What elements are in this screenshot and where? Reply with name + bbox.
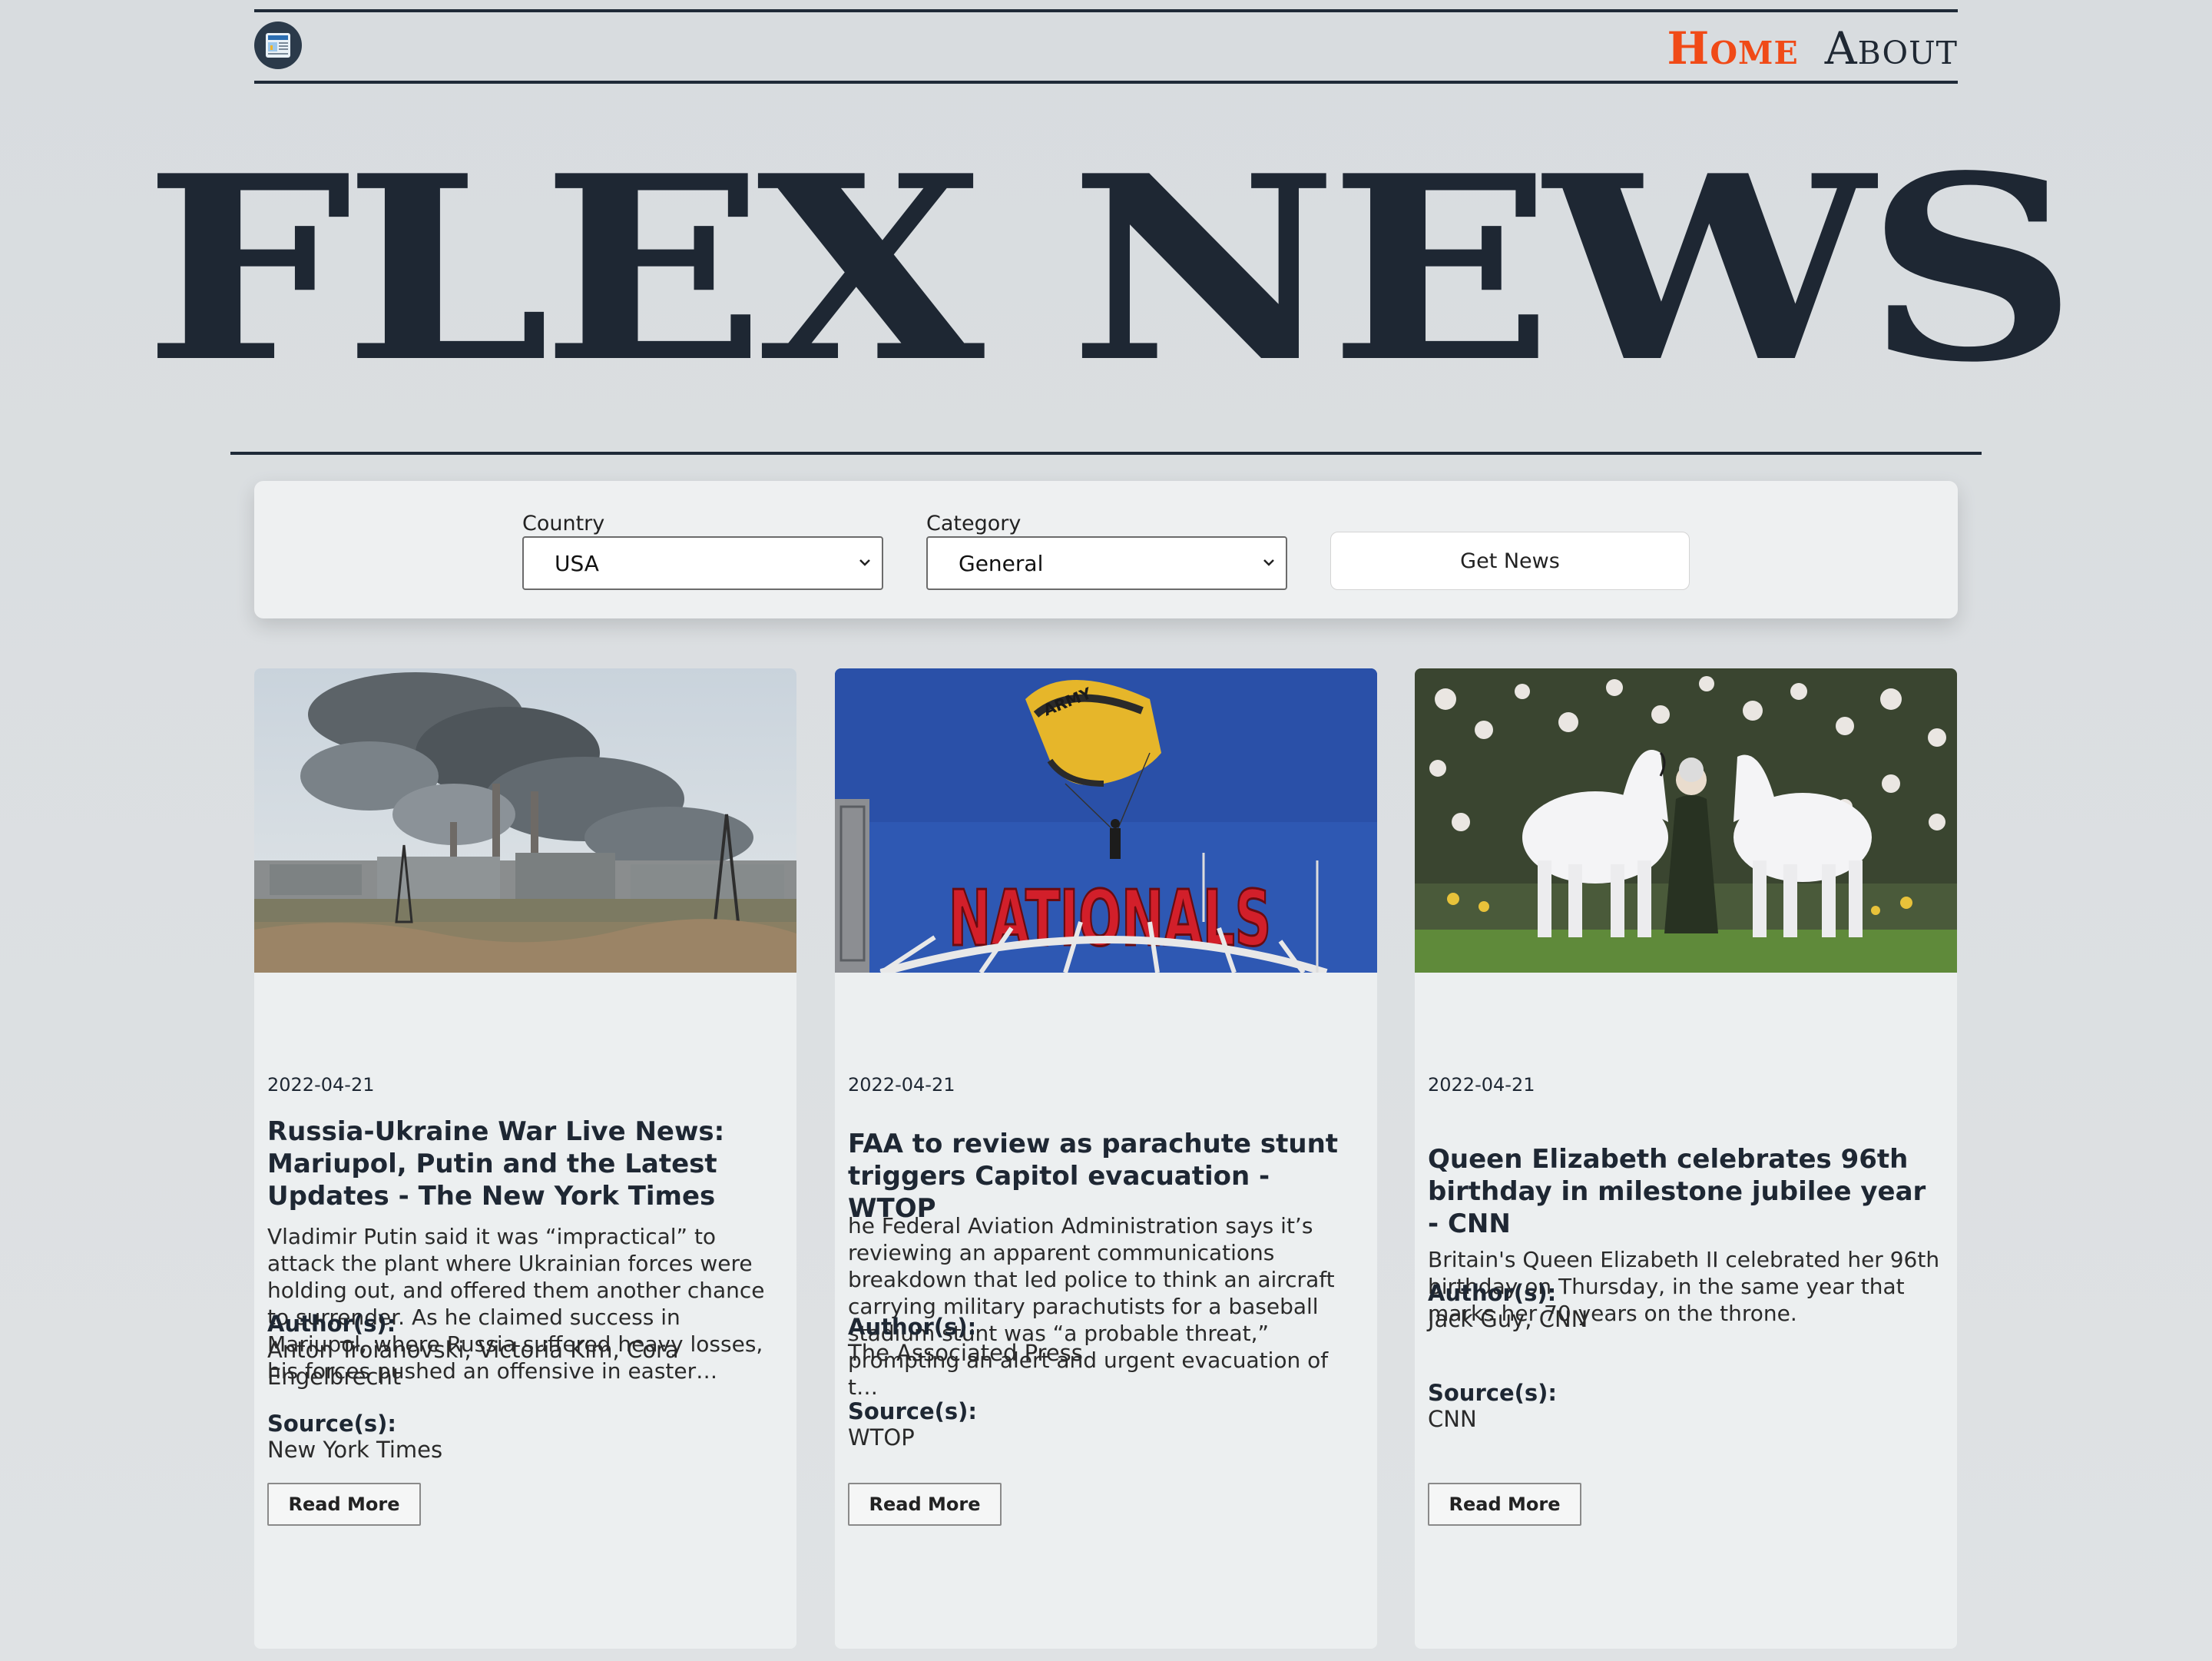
article-card: 2022-04-21 Queen Elizabeth celebrates 96…	[1415, 668, 1957, 1649]
nav-home-link[interactable]: Home	[1667, 25, 1799, 72]
masthead: FLEX NEWS	[144, 131, 2078, 407]
news-filter-panel: Country USA Category General Get News	[254, 481, 1958, 618]
article-title[interactable]: Queen Elizabeth celebrates 96th birthday…	[1428, 1143, 1944, 1240]
masthead-divider	[230, 452, 1982, 455]
article-authors: The Associated Press	[848, 1340, 1083, 1366]
article-image[interactable]	[1415, 668, 1957, 973]
author-label: Author(s):	[267, 1311, 396, 1337]
article-body: 2022-04-21 Russia-Ukraine War Live News:…	[267, 973, 783, 1649]
smoke-plant-photo	[254, 668, 796, 973]
site-title: FLEX NEWS	[143, 120, 2078, 418]
read-more-button[interactable]: Read More	[848, 1483, 1002, 1526]
country-select-value: USA	[555, 550, 599, 576]
article-source: New York Times	[267, 1437, 443, 1463]
article-title[interactable]: FAA to review as parachute stunt trigger…	[848, 1128, 1364, 1225]
nav-links: Home About	[1667, 25, 1958, 72]
source-label: Source(s):	[848, 1398, 977, 1424]
article-date: 2022-04-21	[267, 1074, 375, 1096]
article-date: 2022-04-21	[848, 1074, 955, 1096]
page: Home About FLEX NEWS Country USA Categor…	[0, 0, 2212, 1661]
article-body: 2022-04-21 Queen Elizabeth celebrates 96…	[1428, 973, 1944, 1649]
article-body: 2022-04-21 FAA to review as parachute st…	[848, 973, 1364, 1649]
chevron-down-icon	[1263, 559, 1274, 566]
article-image[interactable]: ARMY NATIONALS	[835, 668, 1377, 973]
author-label: Author(s):	[1428, 1280, 1557, 1306]
article-title[interactable]: Russia-Ukraine War Live News: Mariupol, …	[267, 1116, 783, 1212]
newspaper-icon[interactable]	[254, 22, 302, 69]
article-image[interactable]	[254, 668, 796, 973]
article-date: 2022-04-21	[1428, 1074, 1535, 1096]
source-label: Source(s):	[1428, 1380, 1557, 1406]
chevron-down-icon	[859, 559, 870, 566]
top-nav: Home About	[254, 9, 1958, 84]
queen-ponies-photo	[1415, 668, 1957, 973]
category-select[interactable]: General	[926, 536, 1287, 590]
category-label: Category	[926, 512, 1022, 535]
article-authors: Anton Troianovski, Victoria Kim, Cora En…	[267, 1337, 679, 1390]
source-label: Source(s):	[267, 1411, 396, 1437]
nav-about-link[interactable]: About	[1825, 25, 1958, 72]
article-card: ARMY NATIONALS 2022-04-21 FAA to review …	[835, 668, 1377, 1649]
get-news-button[interactable]: Get News	[1330, 532, 1690, 590]
read-more-button[interactable]: Read More	[267, 1483, 421, 1526]
country-select[interactable]: USA	[522, 536, 883, 590]
parachute-stadium-photo: ARMY NATIONALS	[835, 668, 1377, 973]
category-select-value: General	[959, 550, 1044, 576]
article-source: WTOP	[848, 1424, 915, 1450]
article-description: he Federal Aviation Administration says …	[848, 1213, 1335, 1400]
article-authors: Jack Guy, CNN	[1428, 1306, 1588, 1332]
country-label: Country	[522, 512, 605, 535]
author-label: Author(s):	[848, 1314, 977, 1340]
article-card: 2022-04-21 Russia-Ukraine War Live News:…	[254, 668, 796, 1649]
article-source: CNN	[1428, 1406, 1477, 1432]
read-more-button[interactable]: Read More	[1428, 1483, 1581, 1526]
